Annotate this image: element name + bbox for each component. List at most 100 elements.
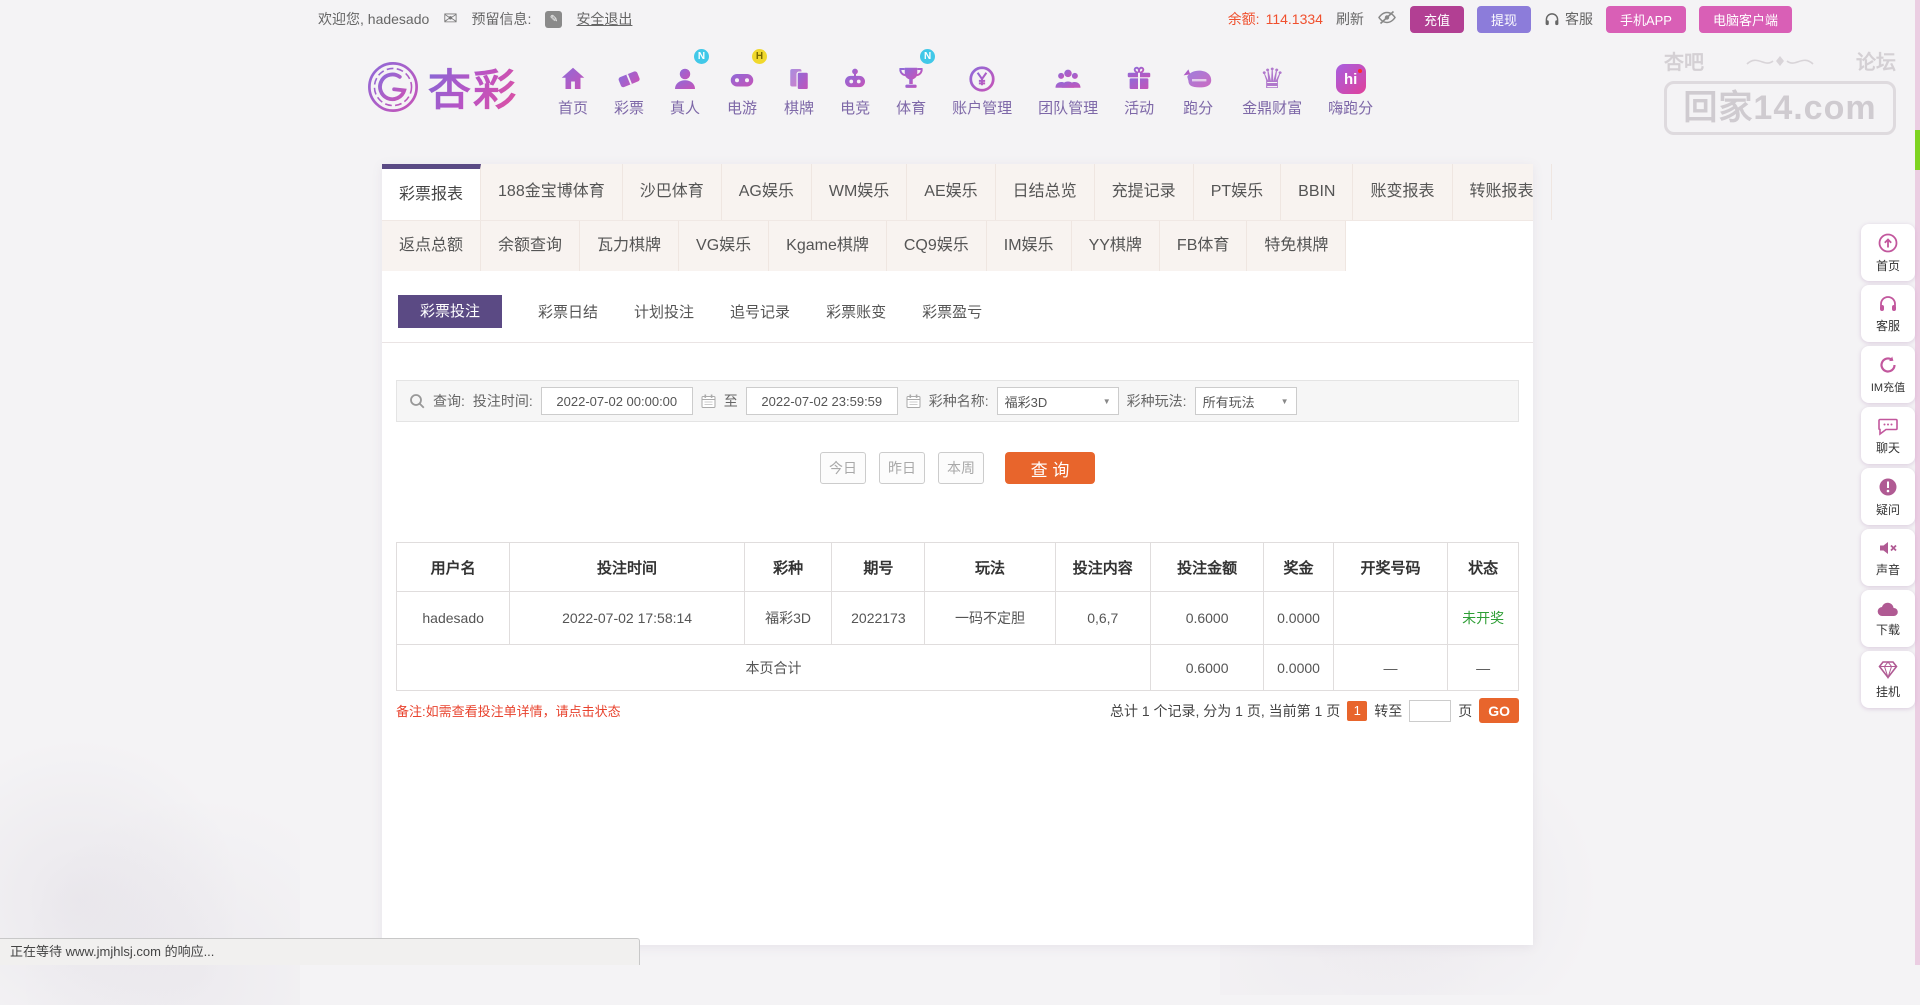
page-number-button[interactable]: 1 bbox=[1347, 700, 1368, 721]
lottery-subtabs: 彩票投注 彩票日结 计划投注 追号记录 彩票账变 彩票盈亏 bbox=[398, 295, 982, 328]
tab-yy-cards[interactable]: YY棋牌 bbox=[1071, 221, 1160, 271]
today-button[interactable]: 今日 bbox=[820, 452, 866, 484]
subtab-daily[interactable]: 彩票日结 bbox=[538, 301, 598, 322]
hi-app-icon: hi bbox=[1335, 52, 1366, 94]
sidebar-item-download[interactable]: 下载 bbox=[1861, 590, 1915, 647]
nav-item-team[interactable]: 团队管理 bbox=[1025, 52, 1111, 118]
cell-status[interactable]: 未开奖 bbox=[1447, 591, 1519, 645]
col-play: 玩法 bbox=[924, 542, 1056, 592]
tab-wm[interactable]: WM娱乐 bbox=[812, 164, 908, 220]
note-pagination-row: 备注:如需查看投注单详情，请点击状态 总计 1 个记录, 分为 1 页, 当前第… bbox=[396, 698, 1519, 723]
nav-item-esports[interactable]: 电竞 bbox=[827, 52, 883, 118]
cell-bet-time: 2022-07-02 17:58:14 bbox=[509, 591, 745, 645]
play-type-select[interactable]: 所有玩法 ▼ bbox=[1194, 387, 1297, 415]
refresh-link[interactable]: 刷新 bbox=[1336, 9, 1364, 29]
time-from-input[interactable] bbox=[540, 387, 693, 415]
nav-item-paofen[interactable]: 跑分 bbox=[1167, 52, 1229, 118]
go-button[interactable]: GO bbox=[1479, 698, 1519, 723]
tab-fb-sports[interactable]: FB体育 bbox=[1159, 221, 1248, 271]
search-submit-button[interactable]: 查 询 bbox=[1005, 452, 1095, 484]
customer-service-link[interactable]: 客服 bbox=[1544, 9, 1593, 29]
tab-bbin[interactable]: BBIN bbox=[1281, 164, 1354, 220]
goto-page-input[interactable] bbox=[1409, 699, 1452, 722]
tab-temian-cards[interactable]: 特免棋牌 bbox=[1247, 221, 1347, 271]
tab-vg[interactable]: VG娱乐 bbox=[679, 221, 770, 271]
sidebar-item-chat[interactable]: 聊天 bbox=[1861, 407, 1915, 464]
nav-item-home[interactable]: 首页 bbox=[545, 52, 601, 118]
tab-lottery-report[interactable]: 彩票报表 bbox=[382, 164, 482, 220]
nav-item-egame[interactable]: H 电游 bbox=[713, 49, 771, 118]
pc-client-button[interactable]: 电脑客户端 bbox=[1698, 5, 1792, 33]
tab-188-sports[interactable]: 188金宝博体育 bbox=[481, 164, 623, 220]
subtab-plan-bet[interactable]: 计划投注 bbox=[634, 301, 694, 322]
recharge-button[interactable]: 充值 bbox=[1409, 5, 1464, 33]
cards-icon bbox=[784, 52, 814, 94]
controller-icon bbox=[840, 52, 870, 94]
tab-pt[interactable]: PT娱乐 bbox=[1194, 164, 1282, 220]
sidebar-item-home[interactable]: 首页 bbox=[1861, 224, 1915, 281]
this-week-button[interactable]: 本周 bbox=[938, 452, 984, 484]
tab-wali-cards[interactable]: 瓦力棋牌 bbox=[580, 221, 680, 271]
nav-item-account[interactable]: 账户管理 bbox=[939, 52, 1025, 118]
nav-item-lottery[interactable]: 彩票 bbox=[601, 52, 657, 118]
tab-cq9[interactable]: CQ9娱乐 bbox=[886, 221, 987, 271]
gamepad-icon: H bbox=[726, 49, 768, 94]
nav-item-hipaofen[interactable]: hi 嗨跑分 bbox=[1315, 52, 1386, 118]
calendar-icon[interactable] bbox=[906, 394, 921, 409]
cell-prize: 0.0000 bbox=[1263, 591, 1334, 645]
home-icon bbox=[558, 52, 588, 94]
nav-item-cards[interactable]: 棋牌 bbox=[771, 52, 827, 118]
sidebar-item-service[interactable]: 客服 bbox=[1861, 285, 1915, 342]
tab-kgame[interactable]: Kgame棋牌 bbox=[769, 221, 887, 271]
main-panel: 彩票报表 188金宝博体育 沙巴体育 AG娱乐 WM娱乐 AE娱乐 日结总览 充… bbox=[382, 164, 1552, 945]
col-lottery: 彩种 bbox=[743, 542, 833, 592]
tab-balance-query[interactable]: 余额查询 bbox=[481, 221, 581, 271]
tab-im[interactable]: IM娱乐 bbox=[986, 221, 1072, 271]
nav-item-activity[interactable]: 活动 bbox=[1111, 52, 1167, 118]
envelope-icon[interactable]: ✉ bbox=[443, 9, 457, 29]
nav-item-live[interactable]: N 真人 bbox=[657, 49, 713, 118]
nav-item-jinding[interactable]: ♛ 金鼎财富 bbox=[1229, 52, 1315, 118]
calendar-icon[interactable] bbox=[701, 394, 716, 409]
tab-saba-sports[interactable]: 沙巴体育 bbox=[623, 164, 722, 220]
footer-draw-dash: — bbox=[1332, 644, 1449, 691]
yen-coin-icon bbox=[967, 52, 997, 94]
logout-link[interactable]: 安全退出 bbox=[576, 9, 632, 29]
tab-ag[interactable]: AG娱乐 bbox=[722, 164, 812, 220]
site-logo[interactable]: 杏彩 bbox=[366, 56, 518, 118]
table-row: hadesado 2022-07-02 17:58:14 福彩3D 202217… bbox=[395, 591, 1519, 645]
yesterday-button[interactable]: 昨日 bbox=[879, 452, 925, 484]
cloud-icon bbox=[1877, 602, 1898, 617]
watermark-left-text: 杏吧 bbox=[1664, 52, 1704, 74]
tab-transfer-report[interactable]: 转账报表 bbox=[1453, 164, 1552, 220]
col-username: 用户名 bbox=[395, 542, 511, 592]
subtab-bet-records[interactable]: 彩票投注 bbox=[398, 295, 503, 328]
subtab-account-change[interactable]: 彩票账变 bbox=[826, 301, 886, 322]
tab-ae[interactable]: AE娱乐 bbox=[907, 164, 996, 220]
withdraw-button[interactable]: 提现 bbox=[1476, 5, 1531, 33]
subtab-chase[interactable]: 追号记录 bbox=[730, 301, 790, 322]
sidebar-item-sound[interactable]: 声音 bbox=[1861, 529, 1915, 586]
sidebar-item-hangup[interactable]: 挂机 bbox=[1861, 651, 1915, 708]
tab-rebate-total[interactable]: 返点总额 bbox=[382, 221, 482, 271]
scrollbar-thumb[interactable] bbox=[1915, 130, 1920, 170]
nav-item-sports[interactable]: N 体育 bbox=[883, 49, 939, 118]
tab-deposit-records[interactable]: 充提记录 bbox=[1095, 164, 1194, 220]
subtab-profit-loss[interactable]: 彩票盈亏 bbox=[922, 301, 982, 322]
sidebar-item-question[interactable]: 疑问 bbox=[1861, 468, 1915, 525]
tab-balance-change[interactable]: 账变报表 bbox=[1353, 164, 1453, 220]
sidebar-item-im-recharge[interactable]: IM充值 bbox=[1861, 346, 1915, 403]
lottery-select[interactable]: 福彩3D ▼ bbox=[996, 387, 1119, 415]
throne-icon: ♛ bbox=[1259, 63, 1285, 94]
edit-pencil-icon[interactable]: ✎ bbox=[545, 10, 563, 28]
footer-label: 本页合计 bbox=[396, 644, 1151, 691]
cell-issue: 2022173 bbox=[831, 591, 926, 645]
bet-records-table: 用户名 投注时间 彩种 期号 玩法 投注内容 投注金额 奖金 开奖号码 状态 h… bbox=[395, 542, 1519, 691]
tab-daily-summary[interactable]: 日结总览 bbox=[996, 164, 1095, 220]
eye-off-icon[interactable] bbox=[1377, 10, 1397, 28]
rhino-icon bbox=[1180, 52, 1216, 94]
pagination: 总计 1 个记录, 分为 1 页, 当前第 1 页 1 转至 页 GO bbox=[1110, 698, 1519, 723]
time-to-input[interactable] bbox=[745, 387, 898, 415]
bet-time-label: 投注时间: bbox=[472, 393, 533, 409]
mobile-app-button[interactable]: 手机APP bbox=[1605, 5, 1686, 33]
